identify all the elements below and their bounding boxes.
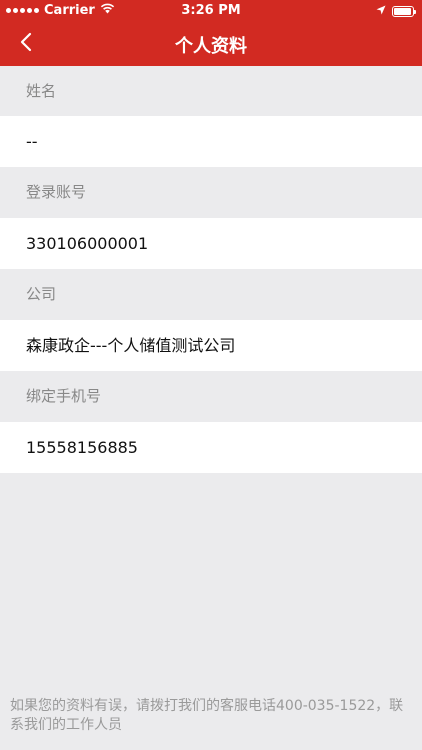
footer-contact-note: 如果您的资料有误，请拨打我们的客服电话400-035-1522，联系我们的工作人…: [10, 698, 404, 733]
location-arrow-icon: [376, 4, 386, 19]
navigation-bar: 个人资料: [0, 22, 422, 66]
status-time: 3:26 PM: [181, 3, 241, 18]
name-value: --: [0, 116, 422, 167]
status-bar: Carrier 3:26 PM: [0, 0, 422, 22]
company-label: 公司: [26, 285, 57, 303]
app-header: Carrier 3:26 PM 个人资料: [0, 0, 422, 66]
page-title: 个人资料: [175, 36, 247, 57]
bound-phone-label: 绑定手机号: [26, 387, 102, 405]
name-label: 姓名: [26, 82, 57, 100]
login-account-label: 登录账号: [26, 183, 87, 201]
bound-phone-value: 15558156885: [0, 422, 422, 473]
company-value: 森康政企---个人储值测试公司: [0, 320, 422, 371]
login-account-value: 330106000001: [0, 218, 422, 269]
status-right: [376, 4, 416, 19]
battery-icon: [392, 6, 416, 17]
